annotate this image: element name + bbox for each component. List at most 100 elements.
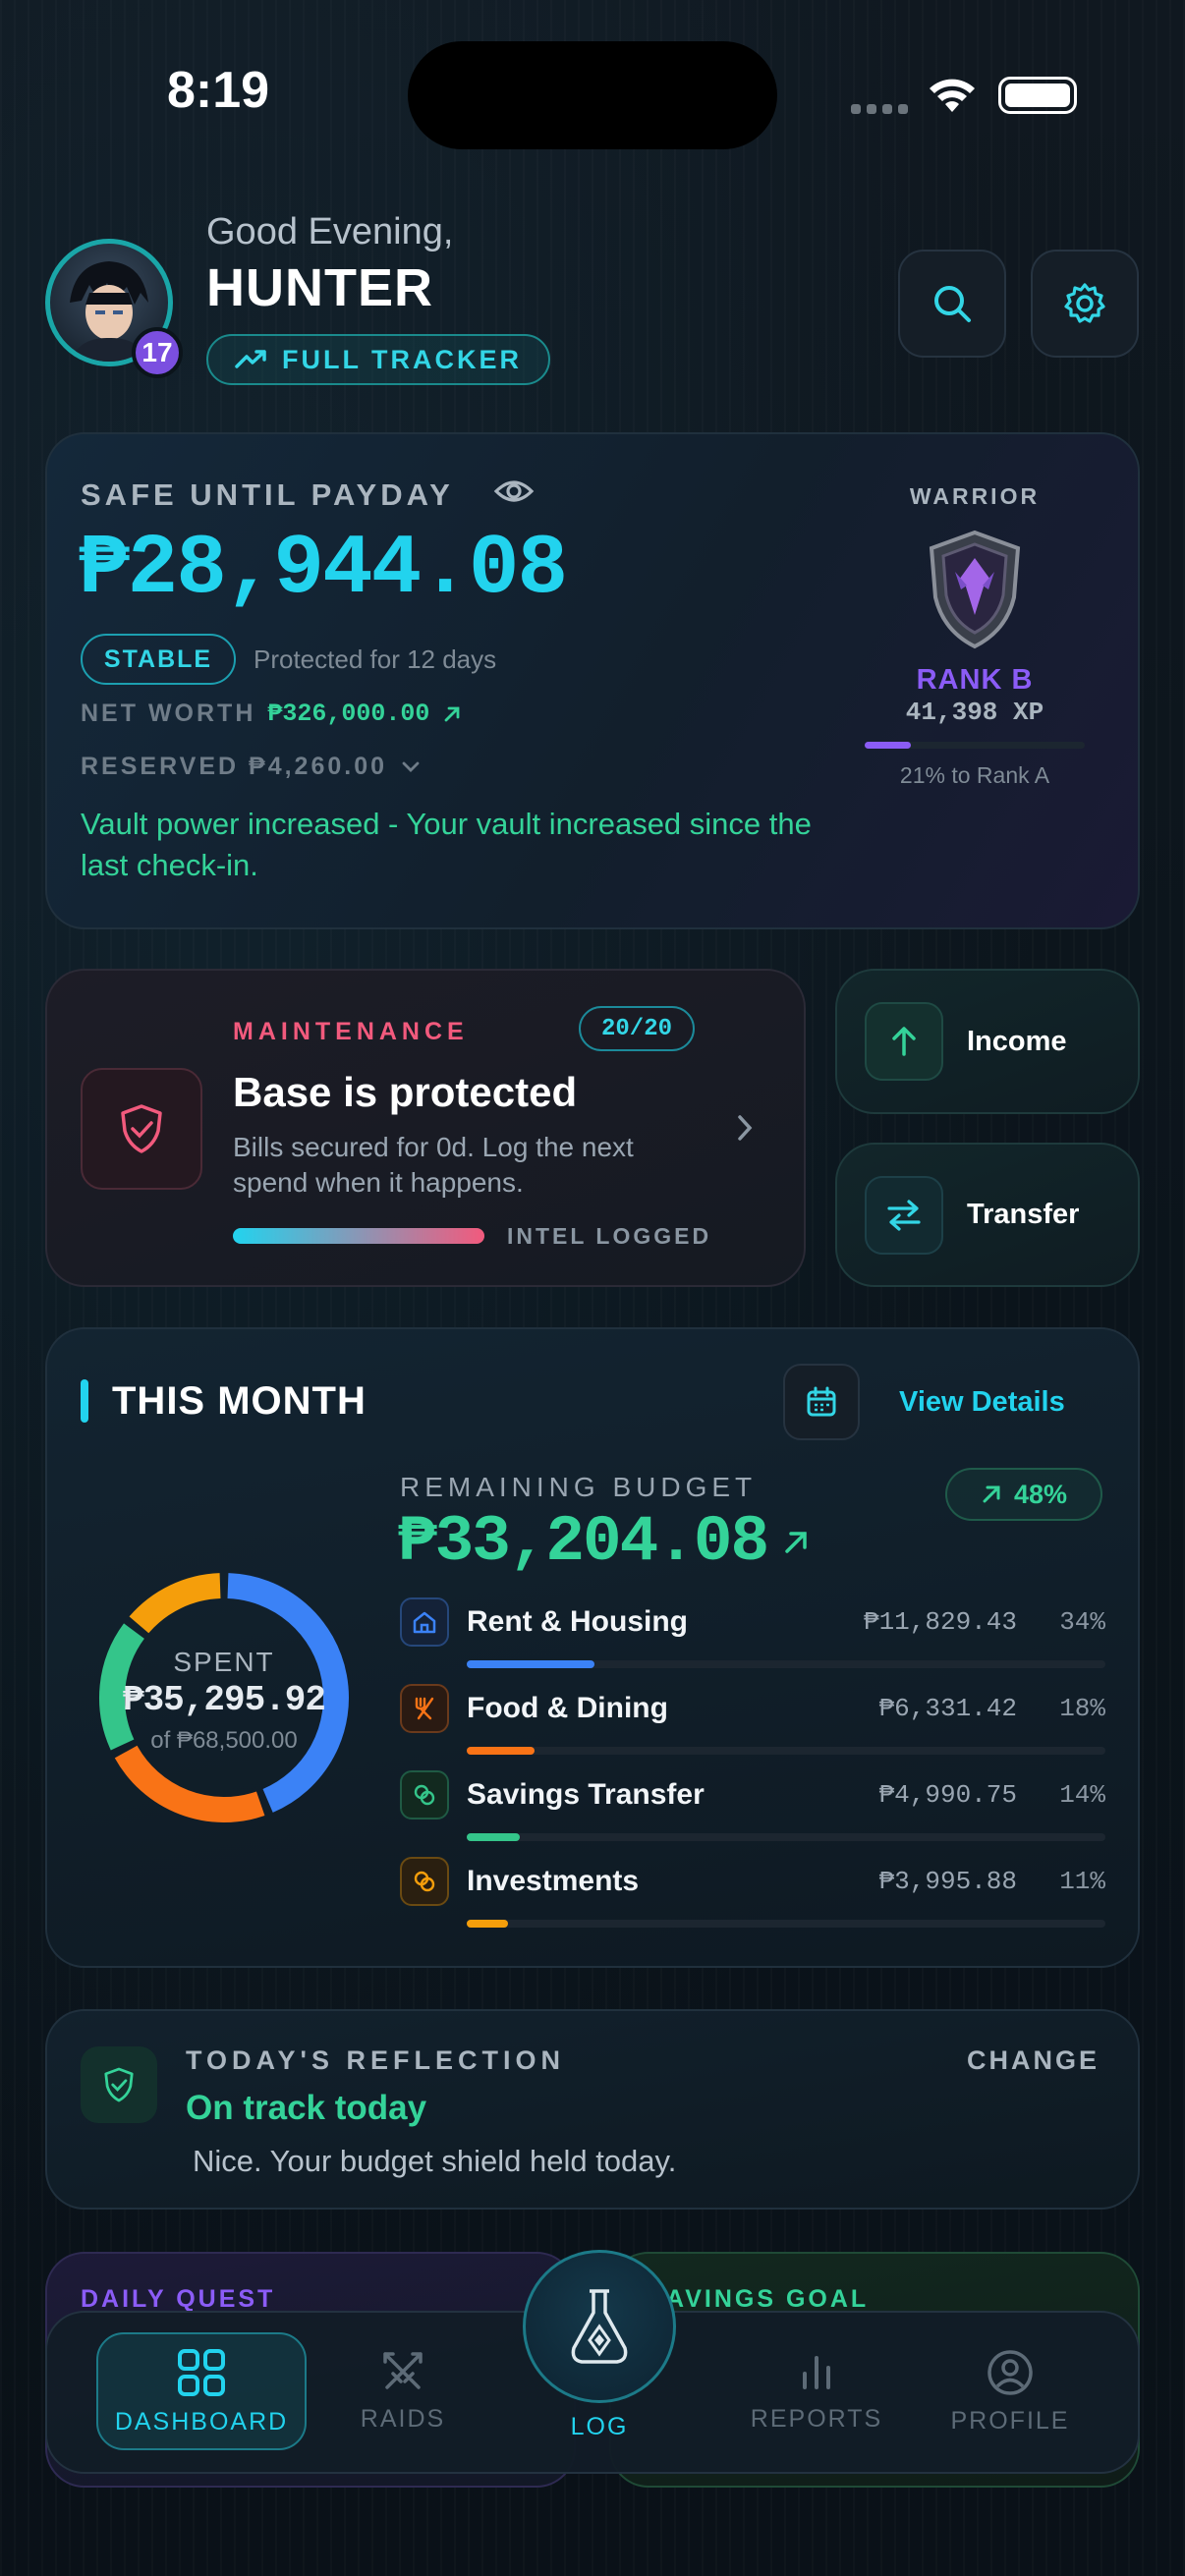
vault-amount: ₱28,944.08 xyxy=(79,521,568,617)
full-tracker-button[interactable]: FULL TRACKER xyxy=(206,334,550,385)
maintenance-description: Bills secured for 0d. Log the next spend… xyxy=(233,1132,634,1198)
category-row[interactable]: Savings Transfer ₱4,990.75 14% xyxy=(400,1770,1105,1849)
gear-icon xyxy=(1064,283,1105,323)
category-percent: 14% xyxy=(1059,1780,1105,1810)
bar-chart-icon xyxy=(803,2356,830,2389)
settings-button[interactable] xyxy=(1031,250,1139,358)
change-button[interactable]: CHANGE xyxy=(967,2045,1100,2076)
battery-icon xyxy=(998,77,1077,114)
transfer-icon-tile xyxy=(865,1175,943,1255)
maintenance-count: 20/20 xyxy=(579,1006,695,1051)
vault-message: Vault power increased - Your vault incre… xyxy=(81,807,812,882)
chevron-right-icon[interactable] xyxy=(735,1112,755,1144)
category-row[interactable]: Food & Dining ₱6,331.42 18% xyxy=(400,1684,1105,1763)
xp-value: 41,398 XP xyxy=(905,698,1044,727)
category-row[interactable]: Rent & Housing ₱11,829.43 34% xyxy=(400,1597,1105,1676)
search-button[interactable] xyxy=(898,250,1006,358)
nav-raids[interactable]: RAIDS xyxy=(344,2348,462,2434)
calendar-button[interactable] xyxy=(783,1364,860,1440)
status-badge: STABLE xyxy=(81,634,236,685)
arrow-up-right-icon xyxy=(983,1485,1000,1503)
budget-percent-badge: 48% xyxy=(945,1468,1102,1521)
income-icon-tile xyxy=(865,1002,943,1081)
potion-flask-icon xyxy=(571,2289,628,2364)
vault-title: SAFE UNTIL PAYDAY xyxy=(81,477,454,512)
cellular-icon xyxy=(851,104,908,114)
rank-progress-text: 21% to Rank A xyxy=(899,762,1050,788)
transfer-arrows-icon xyxy=(887,1199,921,1231)
spent-value: ₱35,295.92 xyxy=(122,1680,326,1720)
wifi-icon xyxy=(930,79,975,112)
nav-profile[interactable]: PROFILE xyxy=(945,2348,1075,2436)
eye-icon[interactable] xyxy=(493,476,535,507)
user-circle-icon xyxy=(988,2350,1033,2395)
coins-icon-tile xyxy=(400,1770,449,1820)
utensils-icon xyxy=(415,1697,434,1720)
category-amount: ₱6,331.42 xyxy=(878,1694,1017,1723)
nav-dashboard[interactable]: DASHBOARD xyxy=(96,2332,307,2450)
net-worth-row[interactable]: NET WORTH ₱326,000.00 xyxy=(81,700,463,728)
savings-goal-label: AVINGS GOAL xyxy=(666,2285,870,2313)
category-bar-fill xyxy=(467,1833,520,1841)
level-badge: 17 xyxy=(132,327,183,378)
protected-text: Protected for 12 days xyxy=(254,644,497,674)
house-icon xyxy=(413,1611,436,1634)
reserved-label: RESERVED ₱4,260.00 xyxy=(81,753,388,780)
category-bar-fill xyxy=(467,1747,535,1755)
donut-segment-1 xyxy=(114,1745,265,1822)
nav-raids-label: RAIDS xyxy=(360,2405,446,2433)
reflection-headline: On track today xyxy=(186,2089,427,2127)
crossed-swords-icon xyxy=(383,2352,423,2389)
category-amount: ₱3,995.88 xyxy=(878,1867,1017,1896)
chevron-down-icon xyxy=(402,761,420,772)
rank-shield-emblem xyxy=(929,530,1021,649)
category-name: Investments xyxy=(467,1865,640,1897)
nav-reports[interactable]: REPORTS xyxy=(743,2348,890,2434)
shield-check-icon xyxy=(104,2067,134,2102)
reflection-label: TODAY'S REFLECTION xyxy=(186,2045,565,2075)
maintenance-progress-fill xyxy=(233,1228,484,1244)
reserved-row[interactable]: RESERVED ₱4,260.00 xyxy=(81,753,421,781)
donut-segment-3 xyxy=(129,1573,221,1634)
transfer-label: Transfer xyxy=(967,1199,1080,1230)
dashboard-grid-icon xyxy=(178,2348,225,2396)
transfer-button[interactable]: Transfer xyxy=(835,1143,1140,1287)
category-bar xyxy=(467,1920,1105,1928)
nav-dashboard-label: DASHBOARD xyxy=(114,2407,289,2436)
maintenance-label: MAINTENANCE xyxy=(233,1018,469,1045)
trending-up-icon xyxy=(235,350,266,368)
rank-progress-bar xyxy=(865,742,1085,749)
user-name: HUNTER xyxy=(206,258,433,317)
shield-check-icon xyxy=(121,1104,162,1153)
spent-of-total: of ₱68,500.00 xyxy=(150,1727,298,1754)
remaining-budget-label: REMAINING BUDGET xyxy=(400,1472,758,1502)
income-label: Income xyxy=(967,1025,1067,1057)
net-worth-label: NET WORTH xyxy=(81,700,256,727)
status-time: 8:19 xyxy=(167,62,270,119)
section-accent-bar xyxy=(81,1379,88,1423)
reflection-text: Nice. Your budget shield held today. xyxy=(193,2144,677,2178)
category-name: Rent & Housing xyxy=(467,1605,688,1638)
view-details-link[interactable]: View Details xyxy=(899,1386,1065,1419)
log-button[interactable] xyxy=(523,2250,676,2403)
category-percent: 18% xyxy=(1059,1694,1105,1723)
daily-quest-label: DAILY QUEST xyxy=(81,2285,276,2313)
greeting: Good Evening, xyxy=(206,211,454,252)
income-button[interactable]: Income xyxy=(835,969,1140,1114)
category-name: Savings Transfer xyxy=(467,1778,705,1811)
category-row[interactable]: Investments ₱3,995.88 11% xyxy=(400,1857,1105,1935)
shield-check-tile xyxy=(81,1068,202,1190)
maintenance-footer: INTEL LOGGED xyxy=(507,1223,712,1249)
category-amount: ₱11,829.43 xyxy=(863,1607,1017,1637)
class-label: WARRIOR xyxy=(909,483,1041,509)
category-bar xyxy=(467,1833,1105,1841)
category-percent: 11% xyxy=(1059,1867,1105,1896)
full-tracker-label: FULL TRACKER xyxy=(282,344,522,374)
remaining-budget-value: ₱33,204.08 xyxy=(398,1505,769,1579)
nav-log-label[interactable]: LOG xyxy=(550,2413,649,2441)
category-bar-fill xyxy=(467,1660,594,1668)
category-percent: 34% xyxy=(1059,1607,1105,1637)
utensils-icon-tile xyxy=(400,1684,449,1733)
remaining-row: ₱33,204.08 xyxy=(398,1505,811,1579)
arrow-up-icon xyxy=(892,1027,916,1056)
